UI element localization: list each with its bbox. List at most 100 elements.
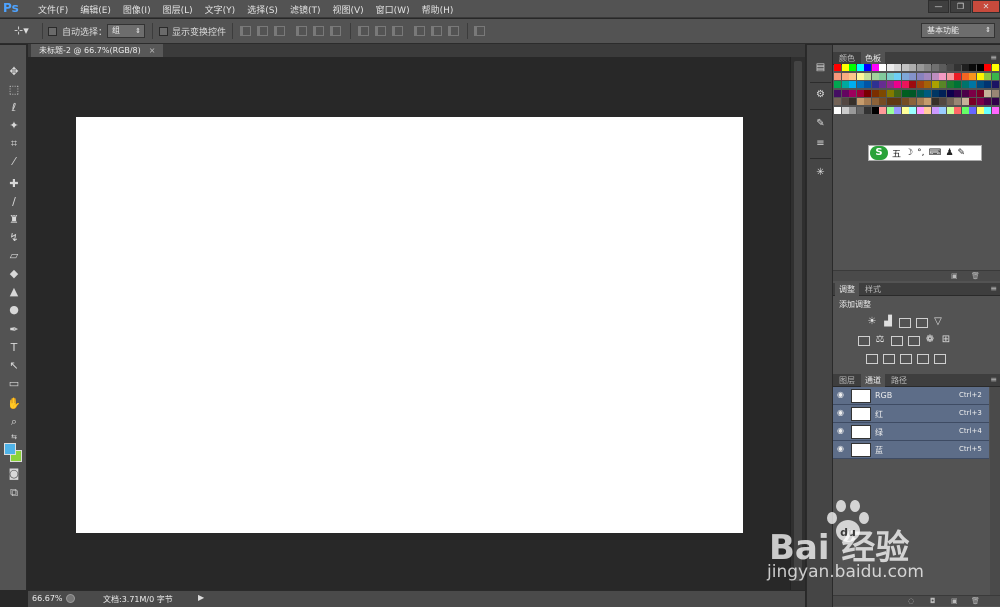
color-swatch[interactable]: [894, 81, 901, 88]
hand-tool-icon[interactable]: ✋: [5, 396, 23, 412]
align-vcenter-icon[interactable]: [257, 26, 268, 36]
color-swatch[interactable]: [924, 64, 931, 71]
status-info-icon[interactable]: [66, 594, 75, 603]
align-bottom-icon[interactable]: [274, 26, 285, 36]
color-swatch[interactable]: [946, 81, 954, 88]
align-right-icon[interactable]: [330, 26, 341, 36]
color-swatch[interactable]: [856, 81, 864, 88]
color-lookup-icon[interactable]: ⊞: [940, 334, 952, 345]
quick-select-tool-icon[interactable]: ✦: [5, 118, 23, 134]
color-swatch[interactable]: [834, 72, 841, 80]
color-swatch[interactable]: [856, 89, 864, 97]
color-swatch[interactable]: [909, 72, 916, 80]
color-swatch[interactable]: [871, 106, 879, 114]
color-swatch[interactable]: [909, 106, 916, 114]
blur-tool-icon[interactable]: ▲: [5, 284, 23, 300]
color-swatch[interactable]: [849, 72, 856, 80]
color-swatch[interactable]: [946, 106, 954, 114]
color-swatch[interactable]: [909, 81, 916, 88]
color-swatch[interactable]: [901, 72, 909, 80]
tab-layers[interactable]: 图层: [835, 374, 859, 387]
color-swatch[interactable]: [886, 72, 894, 80]
color-swatch[interactable]: [939, 89, 946, 97]
type-tool-icon[interactable]: T: [5, 340, 23, 356]
minimize-button[interactable]: —: [928, 0, 949, 13]
color-swatch[interactable]: [886, 106, 894, 114]
color-swatch[interactable]: [931, 81, 939, 88]
document-canvas[interactable]: [76, 117, 743, 533]
color-swatch[interactable]: [969, 89, 976, 97]
color-swatch[interactable]: [886, 81, 894, 88]
color-swatch[interactable]: [924, 98, 931, 105]
save-selection-icon[interactable]: ◘: [930, 597, 936, 605]
new-channel-icon[interactable]: ▣: [951, 597, 958, 605]
selective-color-icon[interactable]: [917, 354, 929, 364]
color-swatch[interactable]: [991, 64, 999, 71]
color-swatch[interactable]: [976, 64, 984, 71]
color-swatch[interactable]: [984, 98, 991, 105]
color-swatch[interactable]: [841, 81, 849, 88]
color-swatch[interactable]: [864, 89, 871, 97]
color-swatch[interactable]: [879, 72, 886, 80]
skin-icon[interactable]: ♟: [945, 148, 953, 158]
color-swatch[interactable]: [886, 89, 894, 97]
color-swatch[interactable]: [961, 64, 969, 71]
photo-filter-icon[interactable]: [908, 336, 920, 346]
canvas-area[interactable]: [28, 57, 805, 590]
menu-window[interactable]: 窗口(W): [370, 3, 416, 16]
screen-mode-icon[interactable]: ⧉: [5, 485, 23, 501]
exposure-icon[interactable]: [916, 318, 928, 328]
black-white-icon[interactable]: [891, 336, 903, 346]
panel-menu-icon[interactable]: ≡: [990, 284, 997, 293]
visibility-eye-icon[interactable]: ◉: [837, 390, 844, 399]
color-swatch[interactable]: [879, 64, 886, 71]
moon-icon[interactable]: ☽: [905, 148, 913, 158]
color-swatch[interactable]: [924, 106, 931, 114]
color-swatch[interactable]: [984, 72, 991, 80]
document-tab[interactable]: 未标题-2 @ 66.7%(RGB/8) ×: [31, 44, 164, 57]
color-swatch[interactable]: [991, 81, 999, 88]
color-swatch[interactable]: [931, 64, 939, 71]
color-swatch[interactable]: [849, 89, 856, 97]
color-swatch[interactable]: [886, 64, 894, 71]
color-swatch[interactable]: [991, 89, 999, 97]
channel-row[interactable]: ◉ 绿 Ctrl+4: [833, 423, 989, 441]
color-swatch[interactable]: [834, 64, 841, 71]
color-swatch[interactable]: [961, 98, 969, 105]
color-swatch[interactable]: [991, 72, 999, 80]
visibility-eye-icon[interactable]: ◉: [837, 408, 844, 417]
crop-tool-icon[interactable]: ⌗: [5, 136, 23, 152]
pen-tool-icon[interactable]: ✒: [5, 322, 23, 338]
channel-mixer-icon[interactable]: ❁: [924, 334, 936, 345]
color-swatch[interactable]: [984, 89, 991, 97]
color-swatch[interactable]: [924, 72, 931, 80]
foreground-color-swatch[interactable]: [4, 443, 16, 455]
color-swatch[interactable]: [939, 64, 946, 71]
menu-select[interactable]: 选择(S): [241, 3, 284, 16]
color-swatch[interactable]: [946, 72, 954, 80]
paint-bucket-tool-icon[interactable]: ◆: [5, 266, 23, 282]
brush-panel-icon[interactable]: ✎: [812, 116, 829, 132]
color-swatch[interactable]: [849, 106, 856, 114]
align-hcenter-icon[interactable]: [313, 26, 324, 36]
color-swatch[interactable]: [961, 81, 969, 88]
menu-file[interactable]: 文件(F): [32, 3, 74, 16]
color-swatch[interactable]: [901, 98, 909, 105]
hue-saturation-icon[interactable]: [858, 336, 870, 346]
color-swatch[interactable]: [939, 81, 946, 88]
distribute-hcenter-icon[interactable]: [431, 26, 442, 36]
channel-row[interactable]: ◉ 蓝 Ctrl+5: [833, 441, 989, 459]
color-swatch[interactable]: [954, 98, 961, 105]
color-swatch[interactable]: [894, 106, 901, 114]
eraser-tool-icon[interactable]: ▱: [5, 248, 23, 264]
swatch-grid[interactable]: [834, 64, 999, 124]
color-swatch[interactable]: [924, 81, 931, 88]
color-swatch[interactable]: [991, 106, 999, 114]
color-swatch[interactable]: [871, 98, 879, 105]
lasso-tool-icon[interactable]: ℓ: [5, 100, 23, 116]
channels-scrollbar[interactable]: [990, 387, 1000, 599]
color-swatch[interactable]: [909, 89, 916, 97]
color-swatch[interactable]: [954, 89, 961, 97]
color-swatch[interactable]: [961, 89, 969, 97]
status-menu-arrow-icon[interactable]: ▶: [198, 593, 204, 602]
